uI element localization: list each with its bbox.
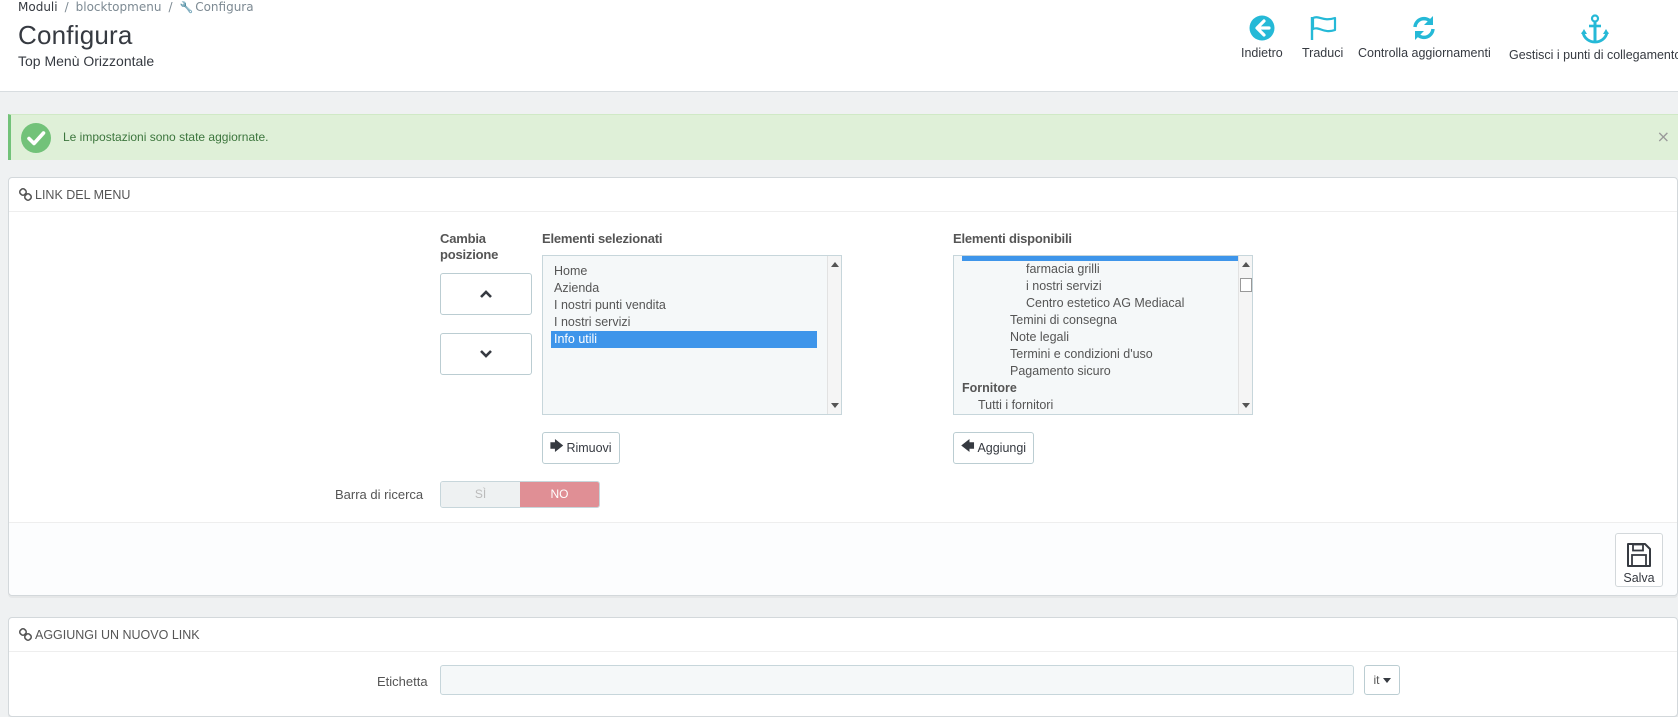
arrow-right-icon: 🡆 (550, 438, 564, 453)
anchor-icon (1581, 14, 1610, 44)
translate-button[interactable]: Traduci (1302, 14, 1343, 60)
save-button[interactable]: Salva (1615, 533, 1663, 587)
breadcrumb: Moduli / blocktopmenu / 🔧 Configura (18, 0, 254, 14)
add-label: Aggiungi (977, 441, 1027, 455)
selected-items-list[interactable]: Info utili I nostri servizi I nostri punti… (542, 255, 842, 415)
close-icon[interactable]: × (1657, 127, 1670, 146)
label-field-label: Etichetta (377, 674, 428, 689)
panel-title: LINK DEL MENU (35, 188, 131, 202)
scrollbar[interactable] (1238, 256, 1252, 414)
available-list-group[interactable]: Fornitore (962, 380, 1238, 397)
breadcrumb-separator: / (168, 0, 173, 14)
arrow-left-icon: 🡄 (961, 438, 975, 453)
page-header: Moduli / blocktopmenu / 🔧 Configura Configura… (0, 0, 1678, 92)
available-list-item[interactable]: Note legali (962, 329, 1238, 346)
chevron-up-icon (480, 290, 492, 298)
flag-icon (1310, 16, 1336, 40)
save-label: Salva (1623, 571, 1655, 585)
language-dropdown[interactable]: it (1364, 665, 1400, 695)
refresh-icon (1413, 16, 1436, 40)
breadcrumb-item-configure: Configura (195, 0, 254, 14)
page-title: Configura (18, 20, 133, 50)
arrow-circle-left-icon (1249, 15, 1275, 41)
scrollbar[interactable] (827, 256, 841, 414)
link-icon (19, 628, 32, 641)
available-list-item[interactable]: i nostri servizi (962, 278, 1238, 295)
available-list-item[interactable]: Centro estetico AG Mediacal (962, 295, 1238, 312)
manage-hooks-label: Gestisci i punti di collegamento (1509, 48, 1678, 62)
available-list-item[interactable]: Termini e condizioni d'uso (962, 346, 1238, 363)
selected-list-item[interactable]: Info utili (551, 331, 817, 348)
check-updates-label: Controlla aggiornamenti (1358, 46, 1491, 60)
manage-hooks-button[interactable]: Gestisci i punti di collegamento (1509, 14, 1678, 62)
label-input[interactable] (440, 665, 1354, 695)
panel-heading: AGGIUNGI UN NUOVO LINK (9, 618, 1677, 652)
menu-links-panel: LINK DEL MENU Cambia posizione Elementi … (8, 177, 1678, 596)
switch-no[interactable]: NO (520, 482, 599, 507)
move-up-button[interactable] (440, 273, 532, 315)
breadcrumb-item-module[interactable]: blocktopmenu (76, 0, 162, 14)
alert-message: Le impostazioni sono state aggiornate. (63, 130, 269, 144)
panel-footer: Salva (9, 522, 1677, 595)
check-updates-button[interactable]: Controlla aggiornamenti (1358, 14, 1491, 60)
selected-list-item[interactable]: I nostri punti vendita (551, 297, 817, 314)
new-link-panel: AGGIUNGI UN NUOVO LINK Etichetta it (8, 617, 1678, 717)
scroll-down-icon[interactable] (831, 403, 839, 408)
back-label: Indietro (1241, 46, 1283, 60)
translate-label: Traduci (1302, 46, 1344, 60)
search-bar-label: Barra di ricerca (335, 487, 424, 502)
scroll-up-icon[interactable] (1242, 262, 1250, 267)
remove-button[interactable]: 🡆 Rimuovi (542, 432, 620, 464)
available-list-item[interactable]: farmacia grilli (962, 261, 1238, 278)
add-button[interactable]: 🡄 Aggiungi (953, 432, 1035, 464)
scroll-up-icon[interactable] (831, 262, 839, 267)
selected-list-item[interactable]: Azienda (551, 280, 817, 297)
link-icon (19, 188, 32, 201)
language-value: it (1373, 673, 1380, 687)
wrench-icon: 🔧 (179, 1, 194, 14)
chevron-down-icon (480, 350, 492, 358)
available-list-item[interactable]: Pagamento sicuro (962, 363, 1238, 380)
back-button[interactable]: Indietro (1241, 14, 1283, 60)
caret-down-icon (1382, 677, 1391, 683)
panel-heading: LINK DEL MENU (9, 178, 1677, 212)
available-list-item[interactable]: Chi siamo (962, 256, 1238, 261)
available-items-list[interactable]: Tutti i fornitori Fornitore Pagamento sicu… (953, 255, 1253, 415)
remove-label: Rimuovi (566, 441, 612, 455)
available-list-item[interactable]: Temini di consegna (962, 312, 1238, 329)
move-down-button[interactable] (440, 333, 532, 375)
success-alert: Le impostazioni sono state aggiornate. × (8, 114, 1678, 160)
switch-yes[interactable]: SÌ (441, 482, 520, 507)
selected-list-item[interactable]: I nostri servizi (551, 314, 817, 331)
available-items-label: Elementi disponibili (953, 231, 1072, 246)
scroll-thumb[interactable] (1240, 278, 1252, 292)
available-list-item[interactable]: Tutti i fornitori (962, 397, 1238, 414)
floppy-disk-icon (1627, 543, 1651, 567)
search-bar-toggle[interactable]: SÌ NO (440, 481, 600, 508)
panel-title: AGGIUNGI UN NUOVO LINK (35, 628, 200, 642)
breadcrumb-separator: / (64, 0, 69, 14)
check-circle-icon (21, 123, 51, 153)
change-position-label: Cambia posizione (440, 231, 499, 262)
page-subtitle: Top Menù Orizzontale (18, 53, 155, 69)
selected-items-label: Elementi selezionati (542, 231, 663, 246)
scroll-down-icon[interactable] (1242, 403, 1250, 408)
selected-list-item[interactable]: Home (551, 263, 817, 280)
breadcrumb-item-modules[interactable]: Moduli (18, 0, 58, 14)
